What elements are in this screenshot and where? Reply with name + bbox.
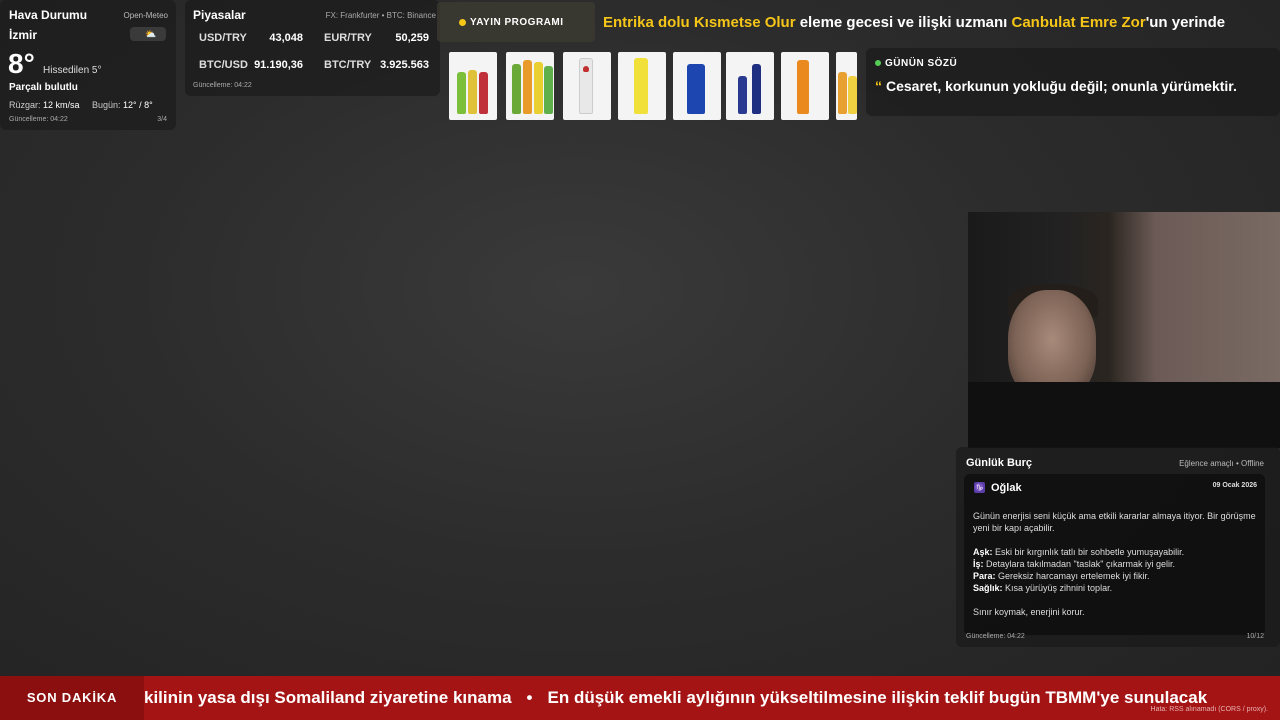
- horoscope-detail: Para: Gereksiz harcamayı ertelemek iyi f…: [973, 570, 1258, 582]
- weather-city: İzmir: [9, 28, 38, 42]
- market-value: 43,048: [269, 32, 303, 44]
- horoscope-detail-text: Eski bir kırgınlık tatlı bir sohbetle yu…: [992, 547, 1185, 557]
- weather-title: Hava Durumu: [9, 8, 88, 22]
- horoscope-detail: İş: Detaylara takılmadan "taslak" çıkarm…: [973, 558, 1258, 570]
- weather-feels-like: Hissedilen 5°: [43, 65, 102, 76]
- webcam-feed: [968, 212, 1280, 448]
- news-item: En düşük emekli aylığının yükseltilmesin…: [547, 688, 1208, 707]
- market-row: BTC/USD 91.190,36: [199, 59, 303, 71]
- horoscope-summary: Günün enerjisi seni küçük ama etkili kar…: [973, 511, 1256, 533]
- markets-updated: Güncelleme: 04:22: [193, 82, 252, 89]
- product-carousel: [449, 52, 857, 122]
- weather-today-value: 12° / 8°: [123, 100, 153, 110]
- horoscope-closing: Sınır koymak, enerjini korur.: [973, 607, 1085, 617]
- program-ticker: Entrika dolu Kısmetse Olur eleme gecesi …: [603, 14, 1280, 34]
- weather-temperature: 8°: [8, 48, 35, 79]
- product-bottle-8: [836, 52, 857, 120]
- horoscope-date: 09 Ocak 2026: [1212, 482, 1257, 489]
- horoscope-body: Günün enerjisi seni küçük ama etkili kar…: [973, 510, 1258, 618]
- horoscope-detail-label: Aşk:: [973, 547, 993, 557]
- market-value: 3.925.563: [380, 59, 429, 71]
- market-row: EUR/TRY 50,259: [324, 32, 429, 44]
- horoscope-detail-text: Gereksiz harcamayı ertelemek iyi fikir.: [995, 571, 1150, 581]
- quote-widget: GÜNÜN SÖZÜ “Cesaret, korkunun yokluğu de…: [866, 48, 1280, 116]
- horoscope-widget: Günlük Burç Eğlence amaçlı • Offline ♑ O…: [956, 447, 1280, 647]
- weather-updated: Güncelleme: 04:22: [9, 116, 68, 123]
- product-bottle-1: [449, 52, 497, 120]
- horoscope-detail: Sağlık: Kısa yürüyüş zihnini toplar.: [973, 582, 1258, 594]
- market-label: BTC/USD: [199, 59, 248, 71]
- breaking-news-bar: SON DAKİKA kilinin yasa dışı Somaliland …: [0, 676, 1280, 720]
- quote-text-line: “Cesaret, korkunun yokluğu değil; onunla…: [875, 78, 1237, 94]
- program-badge: YAYIN PROGRAMI: [437, 2, 595, 42]
- quote-label: GÜNÜN SÖZÜ: [885, 58, 958, 69]
- capricorn-icon: ♑: [974, 482, 985, 493]
- horoscope-detail-label: Para:: [973, 571, 996, 581]
- news-separator: •: [526, 688, 533, 707]
- program-text: 'un yerinde: [1145, 14, 1226, 31]
- horoscope-detail-label: Sağlık:: [973, 583, 1003, 593]
- live-dot-icon: [875, 60, 881, 66]
- horoscope-detail-label: İş:: [973, 559, 984, 569]
- weather-page: 3/4: [157, 116, 167, 123]
- horoscope-title: Günlük Burç: [966, 457, 1033, 469]
- product-bottle-3: [563, 52, 611, 120]
- program-text-highlight: Canbulat Emre Zor: [1011, 14, 1146, 31]
- market-value: 91.190,36: [254, 59, 303, 71]
- weather-wind: Rüzgar: 12 km/sa: [9, 100, 80, 110]
- weather-wind-label: Rüzgar:: [9, 100, 41, 110]
- weather-wind-value: 12 km/sa: [43, 100, 80, 110]
- market-value: 50,259: [395, 32, 429, 44]
- horoscope-updated: Güncelleme: 04:22: [966, 633, 1025, 640]
- horoscope-detail-text: Kısa yürüyüş zihnini toplar.: [1002, 583, 1113, 593]
- horoscope-mode: Eğlence amaçlı • Offline: [1179, 459, 1264, 468]
- quote-mark-icon: “: [875, 78, 882, 94]
- product-bottle-5: [673, 52, 721, 120]
- news-item: kilinin yasa dışı Somaliland ziyaretine …: [144, 688, 512, 707]
- market-row: USD/TRY 43,048: [199, 32, 303, 44]
- breaking-news-label: SON DAKİKA: [0, 676, 144, 720]
- market-label: USD/TRY: [199, 32, 247, 44]
- breaking-news-ticker: kilinin yasa dışı Somaliland ziyaretine …: [144, 688, 1280, 708]
- cloud-sun-icon: ⛅: [130, 27, 166, 41]
- program-text-highlight: Entrika dolu Kısmetse Olur: [603, 14, 796, 31]
- weather-today: Bugün: 12° / 8°: [92, 100, 153, 110]
- product-bottle-7: [781, 52, 829, 120]
- product-bottle-4: [618, 52, 666, 120]
- weather-condition: Parçalı bulutlu: [9, 82, 78, 93]
- weather-today-label: Bugün:: [92, 100, 121, 110]
- quote-header: GÜNÜN SÖZÜ: [875, 58, 957, 69]
- market-label: BTC/TRY: [324, 59, 372, 71]
- product-bottle-2: [506, 52, 554, 120]
- horoscope-page: 10/12: [1246, 633, 1264, 640]
- market-row: BTC/TRY 3.925.563: [324, 59, 429, 71]
- market-label: EUR/TRY: [324, 32, 372, 44]
- product-bottle-6: [726, 52, 774, 120]
- program-text: eleme gecesi ve ilişki uzmanı: [795, 14, 1012, 31]
- markets-title: Piyasalar: [193, 8, 246, 22]
- weather-widget: Hava Durumu Open-Meteo İzmir ⛅ 8° Hissed…: [0, 0, 176, 130]
- horoscope-card: ♑ Oğlak 09 Ocak 2026 Günün enerjisi seni…: [964, 474, 1265, 635]
- horoscope-detail: Aşk: Eski bir kırgınlık tatlı bir sohbet…: [973, 546, 1258, 558]
- live-dot-icon: [459, 19, 466, 26]
- horoscope-detail-text: Detaylara takılmadan "taslak" çıkarmak i…: [983, 559, 1175, 569]
- program-label: YAYIN PROGRAMI: [470, 17, 564, 28]
- weather-source: Open-Meteo: [123, 11, 168, 20]
- horoscope-sign: Oğlak: [991, 482, 1022, 494]
- rss-error: Hata: RSS alınamadı (CORS / proxy).: [1150, 706, 1268, 713]
- markets-widget: Piyasalar FX: Frankfurter • BTC: Binance…: [185, 0, 440, 96]
- markets-source: FX: Frankfurter • BTC: Binance: [325, 11, 436, 20]
- quote-text: Cesaret, korkunun yokluğu değil; onunla …: [886, 78, 1237, 94]
